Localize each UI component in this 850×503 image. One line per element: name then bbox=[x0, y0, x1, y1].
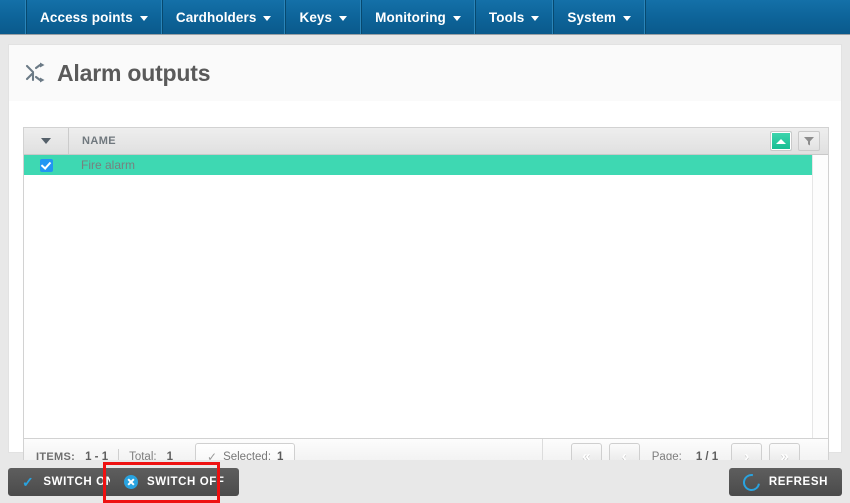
chevron-down-icon bbox=[623, 15, 632, 21]
circle-x-icon bbox=[124, 475, 138, 489]
chevron-down-icon bbox=[263, 15, 272, 21]
caret-up-icon bbox=[776, 138, 786, 144]
arrow-head-bottom bbox=[40, 77, 45, 83]
nav-item-label: Tools bbox=[488, 9, 525, 25]
table-vertical-scrollbar[interactable] bbox=[812, 155, 828, 438]
refresh-label: REFRESH bbox=[768, 476, 828, 488]
row-checkbox[interactable] bbox=[39, 158, 53, 172]
nav-item-label: Cardholders bbox=[175, 9, 257, 25]
nav-item-label: System bbox=[567, 9, 617, 25]
content-panel: NAME Fire alarm ITEMS: 1 - 1 Total: 1 ✓ … bbox=[8, 101, 842, 475]
check-icon: ✓ bbox=[22, 474, 35, 490]
bottom-action-bar: ✓ SWITCH ON SWITCH OFF REFRESH bbox=[0, 460, 850, 503]
refresh-icon bbox=[739, 470, 764, 494]
chevron-down-icon bbox=[339, 15, 348, 21]
shuffle-icon bbox=[25, 62, 45, 83]
chevron-down-icon bbox=[531, 15, 540, 21]
refresh-button[interactable]: REFRESH bbox=[728, 468, 842, 496]
nav-left-spacer bbox=[0, 0, 26, 34]
nav-item-tools[interactable]: Tools bbox=[474, 0, 554, 34]
row-name-cell: Fire alarm bbox=[81, 158, 136, 172]
sort-ascending-button[interactable] bbox=[770, 131, 792, 151]
table-header-row: NAME bbox=[24, 128, 828, 155]
page-title: Alarm outputs bbox=[57, 59, 211, 86]
page-header: Alarm outputs bbox=[8, 44, 842, 101]
table-header-buttons bbox=[770, 131, 828, 151]
chevron-down-icon bbox=[41, 138, 51, 144]
switch-on-label: SWITCH ON bbox=[43, 476, 115, 488]
nav-item-cardholders[interactable]: Cardholders bbox=[161, 0, 286, 34]
nav-item-keys[interactable]: Keys bbox=[285, 0, 362, 34]
row-checkbox-cell bbox=[24, 158, 68, 172]
alarm-outputs-table: NAME Fire alarm bbox=[23, 127, 829, 439]
nav-item-monitoring[interactable]: Monitoring bbox=[361, 0, 475, 34]
switch-off-label: SWITCH OFF bbox=[147, 476, 225, 488]
nav-item-label: Monitoring bbox=[375, 9, 446, 25]
nav-item-label: Access points bbox=[40, 9, 133, 25]
table-row[interactable]: Fire alarm bbox=[24, 155, 828, 175]
main-navigation-bar: Access points Cardholders Keys Monitorin… bbox=[0, 0, 850, 35]
nav-item-system[interactable]: System bbox=[553, 0, 646, 34]
nav-item-label: Keys bbox=[299, 9, 333, 25]
filter-button[interactable] bbox=[798, 131, 820, 151]
nav-item-access-points[interactable]: Access points bbox=[26, 0, 162, 34]
switch-off-button[interactable]: SWITCH OFF bbox=[110, 468, 239, 496]
chevron-down-icon bbox=[139, 15, 148, 21]
nav-empty-area bbox=[645, 0, 850, 34]
chevron-down-icon bbox=[452, 15, 461, 21]
select-all-dropdown[interactable] bbox=[24, 128, 69, 154]
arrow-head-top bbox=[40, 62, 45, 68]
column-header-name[interactable]: NAME bbox=[69, 128, 770, 154]
funnel-icon bbox=[804, 137, 814, 146]
